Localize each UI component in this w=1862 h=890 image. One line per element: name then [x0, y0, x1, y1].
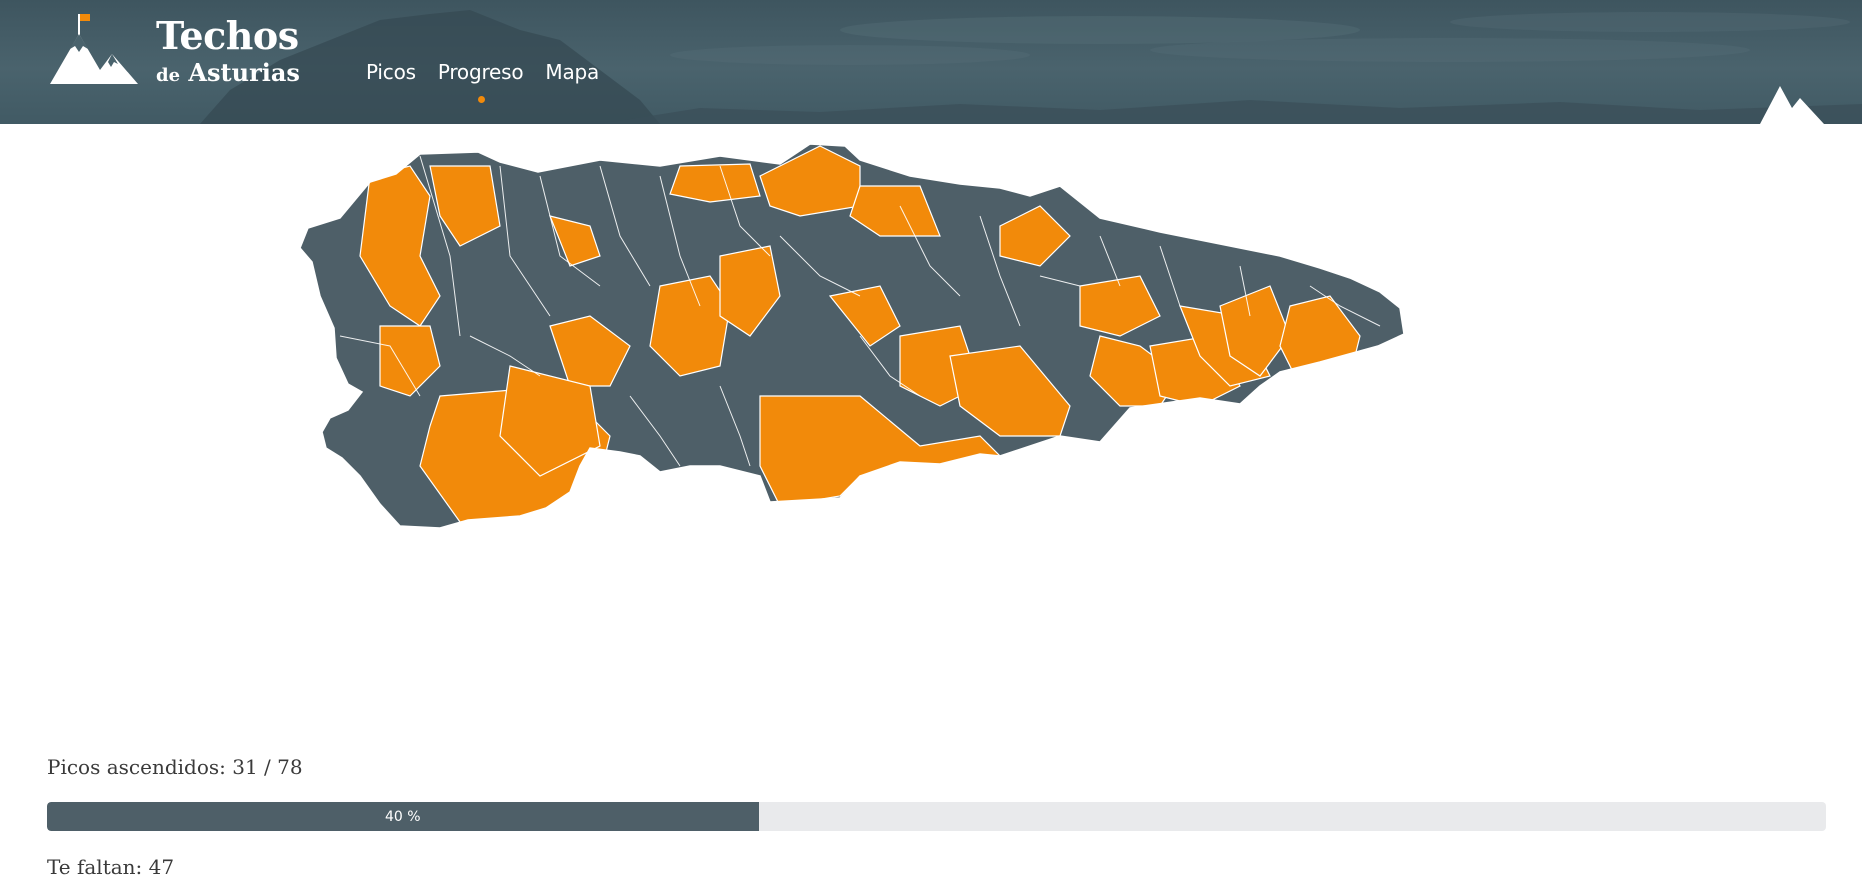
brand-title[interactable]: Techos de Asturias: [156, 14, 300, 89]
progress-percent-label: 40 %: [385, 808, 421, 825]
map-region[interactable]: [669, 163, 761, 203]
progress-bar-fill: 40 %: [47, 802, 759, 831]
main-nav: Picos Progreso Mapa: [366, 60, 599, 103]
brand-main-text: Techos: [156, 13, 299, 58]
brand-sub-text: de Asturias: [156, 60, 300, 89]
brand-de-text: de: [156, 65, 181, 86]
nav-item-picos[interactable]: Picos: [366, 60, 416, 84]
climbed-summary-text: Picos ascendidos: 31 / 78: [47, 755, 303, 779]
mountain-peaks-icon: [1760, 86, 1824, 124]
remaining-summary-text: Te faltan: 47: [47, 855, 175, 879]
nav-item-progreso[interactable]: Progreso: [438, 60, 524, 103]
site-header: Techos de Asturias Picos Progreso Mapa: [0, 0, 1862, 124]
mountain-flag-icon[interactable]: [48, 12, 140, 86]
asturias-municipalities-map: [299, 136, 1580, 636]
progress-bar: 40 %: [47, 802, 1826, 831]
map-svg: [299, 143, 1405, 529]
nav-item-mapa[interactable]: Mapa: [545, 60, 599, 84]
brand-region-text: Asturias: [188, 58, 300, 87]
